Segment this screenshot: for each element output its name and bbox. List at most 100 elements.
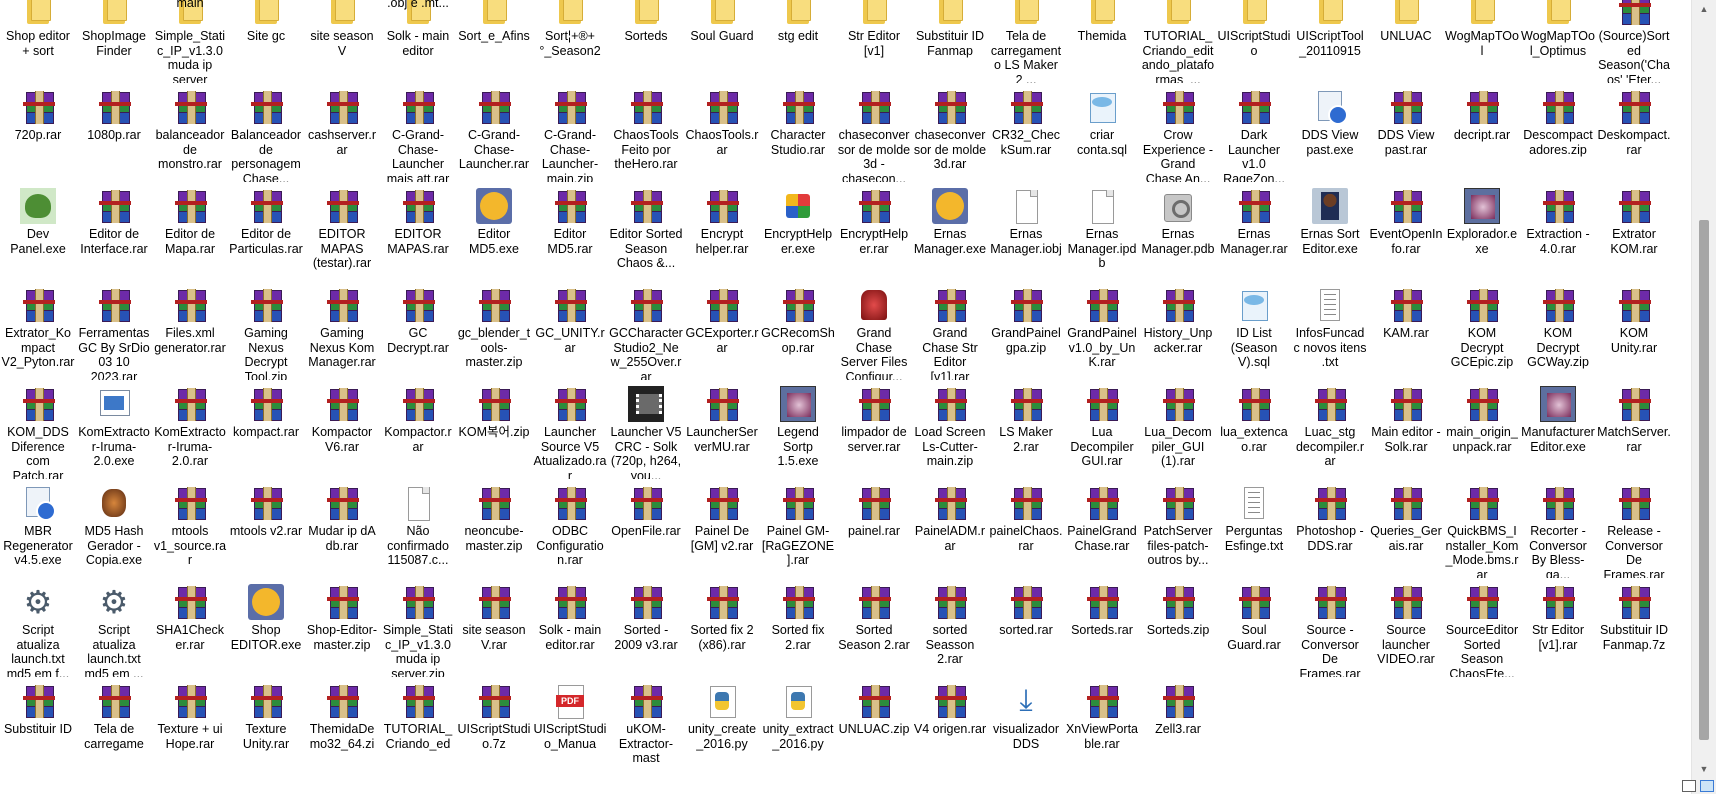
file-item[interactable]: SourceEditor Sorted Season ChaosEte... bbox=[1444, 578, 1520, 677]
file-item[interactable]: UIScriptStudio_Manua bbox=[532, 677, 608, 776]
file-item[interactable]: Mudar ip dA db.rar bbox=[304, 479, 380, 578]
file-item[interactable]: Texture Unity.rar bbox=[228, 677, 304, 776]
file-item[interactable]: KOM복어.zip bbox=[456, 380, 532, 479]
file-item[interactable]: Ernas Sort Editor.exe bbox=[1292, 182, 1368, 281]
file-item[interactable]: UNLUAC.zip bbox=[836, 677, 912, 776]
file-item[interactable]: Não confirmado 115087.c... bbox=[380, 479, 456, 578]
file-item[interactable]: mtools v2.rar bbox=[228, 479, 304, 578]
file-item[interactable]: XnViewPortable.rar bbox=[1064, 677, 1140, 776]
file-item[interactable]: Launcher V5 CRC - Solk (720p, h264, you.… bbox=[608, 380, 684, 479]
scroll-down-arrow-icon[interactable]: ▼ bbox=[1692, 764, 1716, 774]
file-item[interactable]: Encrypt helper.rar bbox=[684, 182, 760, 281]
file-item[interactable]: DDS View past.exe bbox=[1292, 83, 1368, 182]
file-item[interactable]: KomExtractor-Iruma-2.0.rar bbox=[152, 380, 228, 479]
file-item[interactable]: Ferramentas GC By SrDio 03 10 2023.rar bbox=[76, 281, 152, 380]
file-item[interactable]: ChaosTools.rar bbox=[684, 83, 760, 182]
file-item[interactable]: sorted Seasson 2.rar bbox=[912, 578, 988, 677]
file-item[interactable]: Editor MD5.exe bbox=[456, 182, 532, 281]
file-item[interactable]: visualizador DDS bbox=[988, 677, 1064, 776]
file-item[interactable]: InfosFuncadc novos itens .txt bbox=[1292, 281, 1368, 380]
vertical-scrollbar[interactable]: ▲ ▼ bbox=[1691, 0, 1716, 794]
file-item[interactable]: Solk - main editor.rar bbox=[532, 578, 608, 677]
file-item[interactable]: unity_extract_2016.py bbox=[760, 677, 836, 776]
file-item[interactable]: Extraction - 4.0.rar bbox=[1520, 182, 1596, 281]
file-item[interactable]: Script atualiza launch.txt md5 em ... bbox=[76, 578, 152, 677]
file-item[interactable]: Grand Chase Str Editor [v1].rar bbox=[912, 281, 988, 380]
file-item[interactable]: neoncube-master.zip bbox=[456, 479, 532, 578]
file-item[interactable]: Editor de Interface.rar bbox=[76, 182, 152, 281]
file-item[interactable]: mtools v1_source.rar bbox=[152, 479, 228, 578]
file-item[interactable]: Texture + ui Hope.rar bbox=[152, 677, 228, 776]
scroll-up-arrow-icon[interactable]: ▲ bbox=[1692, 4, 1716, 14]
file-item[interactable]: gc_blender_tools-master.zip bbox=[456, 281, 532, 380]
file-item[interactable]: SHA1Checker.rar bbox=[152, 578, 228, 677]
file-item[interactable]: Extrator_Kompact V2_Pyton.rar bbox=[0, 281, 76, 380]
file-item[interactable]: Release - Conversor De Frames.rar bbox=[1596, 479, 1672, 578]
file-item[interactable]: EncryptHelper.exe bbox=[760, 182, 836, 281]
file-item[interactable]: cashserver.rar bbox=[304, 83, 380, 182]
file-item[interactable]: LauncherServerMU.rar bbox=[684, 380, 760, 479]
file-item[interactable]: 1080p.rar bbox=[76, 83, 152, 182]
file-item[interactable]: site season V.rar bbox=[456, 578, 532, 677]
file-item[interactable]: Editor de Particulas.rar bbox=[228, 182, 304, 281]
file-item[interactable]: Dev Panel.exe bbox=[0, 182, 76, 281]
file-item[interactable]: Source launcher VIDEO.rar bbox=[1368, 578, 1444, 677]
file-item[interactable]: kompact.rar bbox=[228, 380, 304, 479]
file-item[interactable]: painelChaos.rar bbox=[988, 479, 1064, 578]
scroll-thumb[interactable] bbox=[1699, 220, 1709, 740]
file-item[interactable]: Kompactor V6.rar bbox=[304, 380, 380, 479]
file-item[interactable]: Painel De [GM] v2.rar bbox=[684, 479, 760, 578]
file-item[interactable]: EventOpenInfo.rar bbox=[1368, 182, 1444, 281]
file-item[interactable]: PainelADM.rar bbox=[912, 479, 988, 578]
file-item[interactable]: Launcher Source V5 Atualizado.rar bbox=[532, 380, 608, 479]
file-item[interactable]: GrandPainel gpa.zip bbox=[988, 281, 1064, 380]
file-item[interactable]: chaseconversor de molde 3d - chasecon... bbox=[836, 83, 912, 182]
file-item[interactable]: Files.xml generator.rar bbox=[152, 281, 228, 380]
file-item[interactable]: CR32_CheckSum.rar bbox=[988, 83, 1064, 182]
file-item[interactable]: DDS View past.rar bbox=[1368, 83, 1444, 182]
file-item[interactable]: Load Screen Ls-Cutter-main.zip bbox=[912, 380, 988, 479]
file-item[interactable]: EDITOR MAPAS.rar bbox=[380, 182, 456, 281]
file-item[interactable]: 720p.rar bbox=[0, 83, 76, 182]
file-item[interactable]: Photoshop - DDS.rar bbox=[1292, 479, 1368, 578]
file-item[interactable]: GCExporter.rar bbox=[684, 281, 760, 380]
file-item[interactable]: MBR Regenerator v4.5.exe bbox=[0, 479, 76, 578]
file-item[interactable]: Sorted fix 2 (x86).rar bbox=[684, 578, 760, 677]
file-item[interactable]: Gaming Nexus Decrypt Tool.zip bbox=[228, 281, 304, 380]
file-item[interactable]: sorted.rar bbox=[988, 578, 1064, 677]
file-item[interactable]: PatchServer files-patch-outros by... bbox=[1140, 479, 1216, 578]
file-item[interactable]: Kompactor.rar bbox=[380, 380, 456, 479]
file-item[interactable]: EDITOR MAPAS (testar).rar bbox=[304, 182, 380, 281]
file-item[interactable]: uKOM-Extractor-mast bbox=[608, 677, 684, 776]
file-item[interactable]: MD5 Hash Gerador - Copia.exe bbox=[76, 479, 152, 578]
file-item[interactable]: Lua Decompiler GUI.rar bbox=[1064, 380, 1140, 479]
file-item[interactable]: Luac_stg decompiler.rar bbox=[1292, 380, 1368, 479]
file-item[interactable]: ThemidaDemo32_64.zi bbox=[304, 677, 380, 776]
file-item[interactable]: Dark Launcher v1.0 RageZon... bbox=[1216, 83, 1292, 182]
file-item[interactable]: KOM Unity.rar bbox=[1596, 281, 1672, 380]
file-item[interactable]: Source - Conversor De Frames.rar bbox=[1292, 578, 1368, 677]
file-item[interactable]: Recorter - Conversor By Bless-ga... bbox=[1520, 479, 1596, 578]
file-item[interactable]: Ernas Manager.pdb bbox=[1140, 182, 1216, 281]
file-item[interactable]: Character Studio.rar bbox=[760, 83, 836, 182]
file-item[interactable]: KOM_DDS Diference com Patch.rar bbox=[0, 380, 76, 479]
file-item[interactable]: Sorteds.rar bbox=[1064, 578, 1140, 677]
file-item[interactable]: chaseconversor de molde 3d.rar bbox=[912, 83, 988, 182]
file-item[interactable]: Sorted - 2009 v3.rar bbox=[608, 578, 684, 677]
file-item[interactable]: Lua_Decompiler_GUI (1).rar bbox=[1140, 380, 1216, 479]
file-item[interactable]: ChaosTools Feito por theHero.rar bbox=[608, 83, 684, 182]
file-item[interactable]: Str Editor [v1].rar bbox=[1520, 578, 1596, 677]
file-item[interactable]: Ernas Manager.rar bbox=[1216, 182, 1292, 281]
file-item[interactable]: Grand Chase Server Files Configur... bbox=[836, 281, 912, 380]
file-item[interactable]: Painel GM-[RaGEZONE].rar bbox=[760, 479, 836, 578]
file-item[interactable]: Deskompact.rar bbox=[1596, 83, 1672, 182]
file-item[interactable]: KOM Decrypt GCEpic.zip bbox=[1444, 281, 1520, 380]
file-item[interactable]: Main editor - Solk.rar bbox=[1368, 380, 1444, 479]
file-item[interactable]: Shop-Editor-master.zip bbox=[304, 578, 380, 677]
file-item[interactable]: EncryptHelper.rar bbox=[836, 182, 912, 281]
file-item[interactable]: Balanceador de personagem Chase... bbox=[228, 83, 304, 182]
file-item[interactable]: GCRecomShop.rar bbox=[760, 281, 836, 380]
file-item[interactable]: ODBC Configuration.rar bbox=[532, 479, 608, 578]
file-item[interactable]: Editor de Mapa.rar bbox=[152, 182, 228, 281]
file-item[interactable]: Gaming Nexus Kom Manager.rar bbox=[304, 281, 380, 380]
